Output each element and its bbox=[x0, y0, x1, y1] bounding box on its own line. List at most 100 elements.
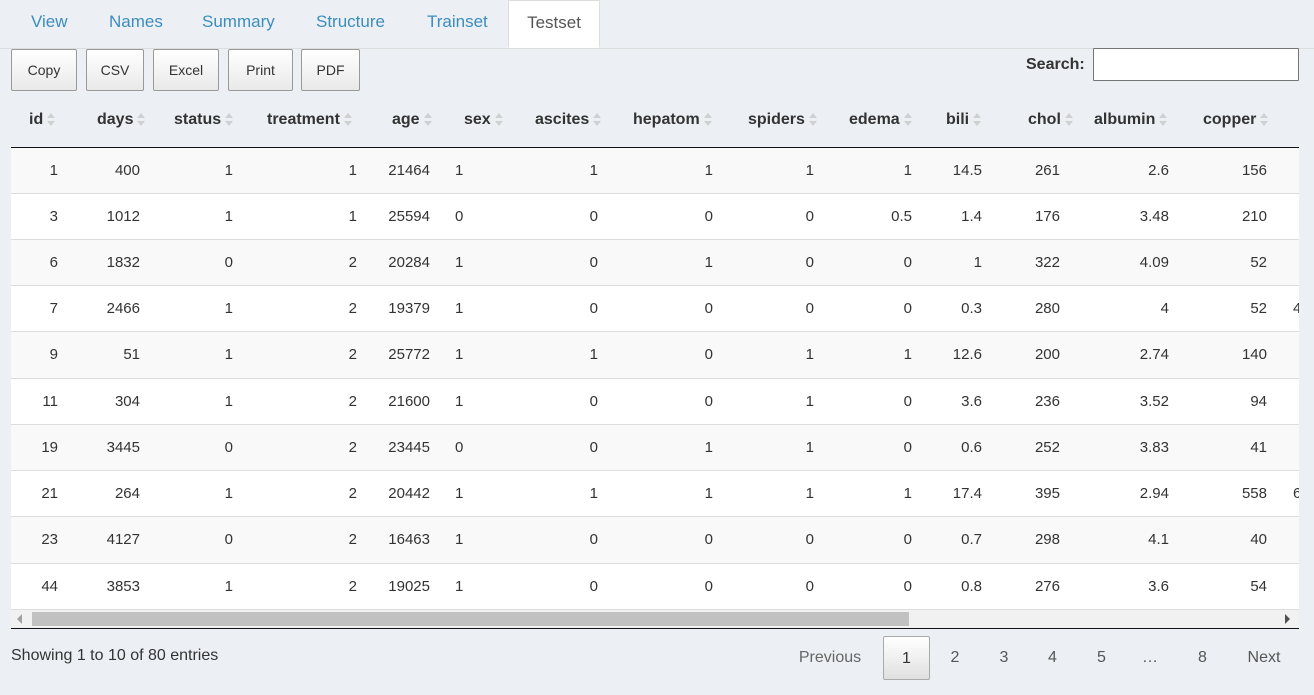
previous-page-button[interactable]: Previous bbox=[790, 636, 870, 680]
cell-treatment: 1 bbox=[348, 208, 357, 225]
cell-age: 25772 bbox=[388, 346, 430, 363]
cell-spiders: 1 bbox=[805, 393, 814, 410]
table-row[interactable]: 3 1012 1 1 25594 0 0 0 0 0.5 1.4 176 3.48 210 bbox=[11, 194, 1299, 240]
cell-id: 21 bbox=[41, 485, 58, 502]
csv-button[interactable]: CSV bbox=[86, 49, 144, 91]
cell-treatment: 2 bbox=[348, 300, 357, 317]
cell-ascites: 0 bbox=[589, 208, 598, 225]
cell-days: 3445 bbox=[106, 439, 140, 456]
cell-albumin: 2.74 bbox=[1139, 346, 1169, 363]
cell-overflow-partial: 6 bbox=[1293, 485, 1299, 502]
cell-ascites: 1 bbox=[589, 162, 598, 179]
scroll-right-arrow-icon[interactable] bbox=[1285, 614, 1290, 624]
cell-spiders: 0 bbox=[805, 300, 814, 317]
cell-age: 23445 bbox=[388, 439, 430, 456]
table-row[interactable]: 21 264 1 2 20442 1 1 1 1 1 17.4 395 2.94 558 6 bbox=[11, 471, 1299, 517]
cell-copper: 558 bbox=[1241, 485, 1267, 502]
excel-button[interactable]: Excel bbox=[153, 49, 219, 91]
copy-button[interactable]: Copy bbox=[11, 49, 77, 91]
column-header-copper[interactable]: copper bbox=[1203, 111, 1269, 129]
cell-bili: 0.8 bbox=[961, 578, 982, 595]
cell-ascites: 0 bbox=[589, 254, 598, 271]
table-row[interactable]: 9 51 1 2 25772 1 1 0 1 1 12.6 200 2.74 140 bbox=[11, 332, 1299, 379]
cell-albumin: 3.6 bbox=[1148, 578, 1169, 595]
cell-spiders: 1 bbox=[805, 485, 814, 502]
cell-hepatom: 0 bbox=[704, 346, 713, 363]
column-header-sex[interactable]: sex bbox=[464, 111, 503, 129]
column-header-spiders[interactable]: spiders bbox=[748, 111, 817, 129]
tab-trainset[interactable]: Trainset bbox=[427, 0, 488, 48]
cell-bili: 12.6 bbox=[952, 346, 982, 363]
cell-albumin: 4 bbox=[1160, 300, 1169, 317]
column-header-label: albumin bbox=[1094, 111, 1156, 128]
cell-albumin: 4.09 bbox=[1139, 254, 1169, 271]
cell-hepatom: 0 bbox=[704, 578, 713, 595]
page-button-8[interactable]: 8 bbox=[1181, 636, 1224, 680]
cell-treatment: 2 bbox=[348, 531, 357, 548]
page-button-5[interactable]: 5 bbox=[1080, 636, 1123, 680]
page-button-3[interactable]: 3 bbox=[982, 636, 1026, 680]
cell-treatment: 2 bbox=[348, 254, 357, 271]
cell-edema: 0 bbox=[903, 439, 912, 456]
column-header-label: status bbox=[174, 111, 222, 128]
page-button-2[interactable]: 2 bbox=[934, 636, 976, 680]
page-button-4[interactable]: 4 bbox=[1031, 636, 1074, 680]
column-header-hepatom[interactable]: hepatom bbox=[633, 111, 712, 129]
tab-testset[interactable]: Testset bbox=[508, 0, 600, 48]
column-header-bili[interactable]: bili bbox=[946, 111, 982, 129]
tab-structure[interactable]: Structure bbox=[316, 0, 385, 48]
column-header-status[interactable]: status bbox=[174, 111, 234, 129]
scroll-left-arrow-icon[interactable] bbox=[17, 614, 22, 624]
table-row[interactable]: 11 304 1 2 21600 1 0 0 1 0 3.6 236 3.52 94 bbox=[11, 379, 1299, 425]
tab-names[interactable]: Names bbox=[109, 0, 163, 48]
column-header-age[interactable]: age bbox=[392, 111, 432, 129]
column-header-days[interactable]: days bbox=[97, 111, 146, 129]
cell-ascites: 0 bbox=[589, 439, 598, 456]
cell-copper: 41 bbox=[1250, 439, 1267, 456]
sort-arrows-icon bbox=[343, 112, 352, 127]
cell-edema: 0.5 bbox=[891, 208, 912, 225]
cell-chol: 322 bbox=[1034, 254, 1060, 271]
cell-hepatom: 0 bbox=[704, 531, 713, 548]
horizontal-scrollbar[interactable] bbox=[11, 610, 1299, 629]
cell-age: 16463 bbox=[388, 531, 430, 548]
cell-status: 1 bbox=[224, 162, 233, 179]
cell-days: 1832 bbox=[106, 254, 140, 271]
page-button-1[interactable]: 1 bbox=[883, 636, 930, 680]
cell-hepatom: 1 bbox=[704, 439, 713, 456]
table-info: Showing 1 to 10 of 80 entries bbox=[11, 647, 219, 664]
cell-copper: 94 bbox=[1250, 393, 1267, 410]
cell-treatment: 2 bbox=[348, 578, 357, 595]
cell-days: 4127 bbox=[106, 531, 140, 548]
column-header-chol[interactable]: chol bbox=[1028, 111, 1073, 129]
column-header-label: hepatom bbox=[633, 111, 700, 128]
pdf-button[interactable]: PDF bbox=[301, 49, 360, 91]
table-row[interactable]: 1 400 1 1 21464 1 1 1 1 1 14.5 261 2.6 156 bbox=[11, 148, 1299, 194]
column-header-albumin[interactable]: albumin bbox=[1094, 111, 1168, 129]
cell-overflow-partial: 4 bbox=[1293, 300, 1299, 317]
data-table: id days status treatment age sex ascites hepato… bbox=[11, 95, 1299, 610]
cell-albumin: 3.83 bbox=[1139, 439, 1169, 456]
cell-id: 3 bbox=[49, 208, 58, 225]
cell-sex: 1 bbox=[455, 162, 464, 179]
tab-summary[interactable]: Summary bbox=[202, 0, 275, 48]
column-header-ascites[interactable]: ascites bbox=[535, 111, 602, 129]
print-button[interactable]: Print bbox=[228, 49, 293, 91]
table-row[interactable]: 44 3853 1 2 19025 1 0 0 0 0 0.8 276 3.6 54 bbox=[11, 564, 1299, 610]
cell-age: 19379 bbox=[388, 300, 430, 317]
column-header-edema[interactable]: edema bbox=[849, 111, 912, 129]
tab-view[interactable]: View bbox=[31, 0, 68, 48]
scroll-thumb[interactable] bbox=[32, 612, 909, 626]
search-input[interactable] bbox=[1093, 48, 1299, 81]
cell-bili: 3.6 bbox=[961, 393, 982, 410]
sort-arrows-icon bbox=[423, 112, 432, 127]
table-row[interactable]: 7 2466 1 2 19379 1 0 0 0 0 0.3 280 4 52 4 bbox=[11, 286, 1299, 332]
table-row[interactable]: 6 1832 0 2 20284 1 0 1 0 0 1 322 4.09 52 bbox=[11, 240, 1299, 286]
column-header-id[interactable]: id bbox=[29, 111, 56, 129]
table-row[interactable]: 19 3445 0 2 23445 0 0 1 1 0 0.6 252 3.83 41 bbox=[11, 425, 1299, 471]
cell-status: 1 bbox=[224, 208, 233, 225]
next-page-button[interactable]: Next bbox=[1233, 636, 1295, 680]
page-ellipsis: … bbox=[1142, 649, 1158, 666]
column-header-treatment[interactable]: treatment bbox=[267, 111, 352, 129]
table-row[interactable]: 23 4127 0 2 16463 1 0 0 0 0 0.7 298 4.1 40 bbox=[11, 517, 1299, 564]
